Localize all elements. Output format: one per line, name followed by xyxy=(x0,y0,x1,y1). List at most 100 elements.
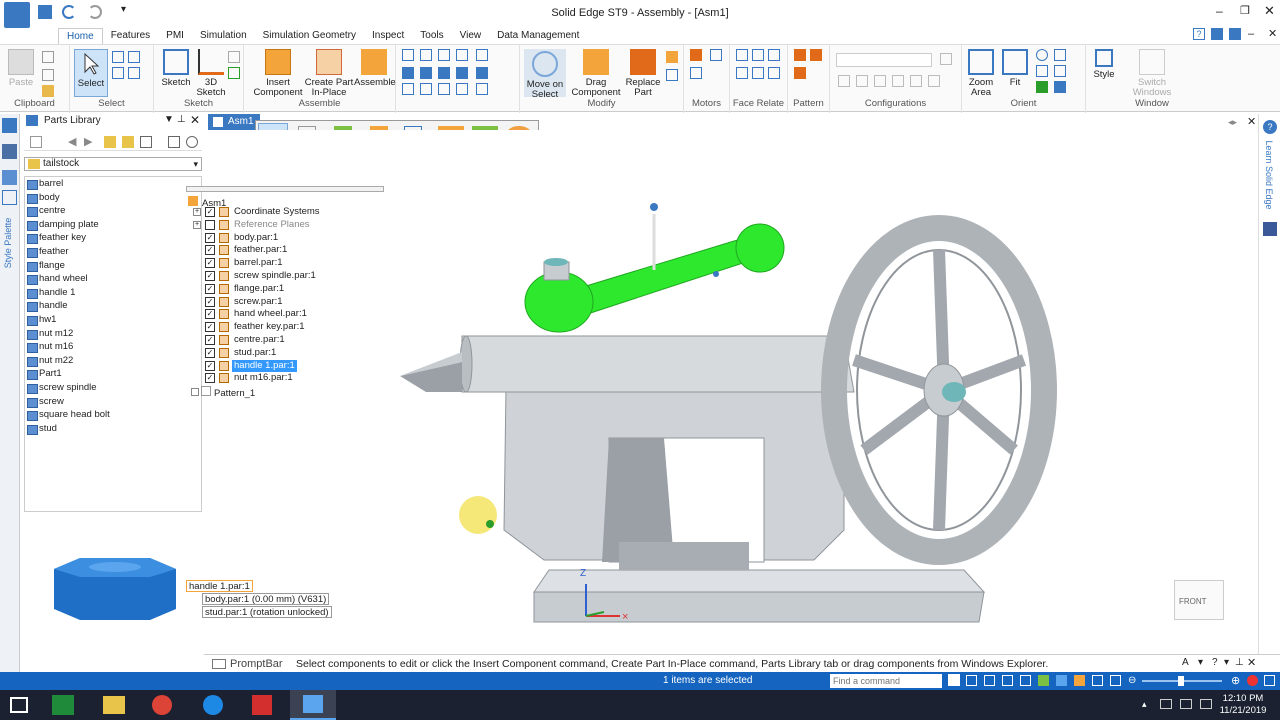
visibility-checkbox[interactable]: ✓ xyxy=(205,309,215,320)
zoom-slider-thumb[interactable] xyxy=(1178,676,1184,686)
config-tool-icon-1[interactable] xyxy=(838,75,850,87)
tab-pmi[interactable]: PMI xyxy=(158,28,192,44)
cam-icon[interactable] xyxy=(438,67,450,79)
tree-node[interactable]: ✓ nut m16.par:1 xyxy=(186,372,386,384)
assemble-button[interactable]: Assemble xyxy=(354,49,396,88)
library-folder-select[interactable]: tailstock ▾ xyxy=(24,157,202,171)
relationship-row[interactable]: stud.par:1 (rotation unlocked) xyxy=(202,606,332,618)
select-box-icon[interactable] xyxy=(112,67,124,79)
style-palette-label[interactable]: Style Palette xyxy=(3,211,13,275)
record-icon[interactable] xyxy=(1247,675,1258,686)
up-folder-icon[interactable] xyxy=(104,136,116,148)
match-cs-icon[interactable] xyxy=(402,83,414,95)
list-item[interactable]: flange xyxy=(25,259,201,273)
rotate-icon[interactable] xyxy=(1036,65,1048,77)
visibility-checkbox[interactable]: ✓ xyxy=(205,245,215,256)
tree-node[interactable]: ✓ feather key.par:1 xyxy=(186,321,386,333)
visibility-checkbox[interactable]: ✓ xyxy=(205,232,215,243)
close-icon[interactable]: ✕ xyxy=(1264,3,1275,19)
parts-library-tab-icon[interactable] xyxy=(2,118,17,133)
forward-icon[interactable]: ▶ xyxy=(84,135,92,148)
style-status-icon[interactable] xyxy=(1056,675,1067,686)
font-size-icon[interactable]: A xyxy=(1182,657,1189,668)
pathfinder-tab-icon[interactable] xyxy=(2,144,17,159)
sketch-tool-icon[interactable] xyxy=(228,51,240,63)
help-prompt-icon[interactable]: ? xyxy=(1212,657,1218,668)
zoom-icon[interactable] xyxy=(1036,49,1048,61)
tree-splitter[interactable] xyxy=(186,186,384,192)
tab-simulation[interactable]: Simulation xyxy=(192,28,255,44)
style-button[interactable]: Style xyxy=(1090,49,1118,80)
sketch-view-icon[interactable] xyxy=(1036,81,1048,93)
list-item[interactable]: centre xyxy=(25,204,201,218)
switch-windows-button[interactable]: Switch Windows xyxy=(1126,49,1178,98)
tree-node[interactable]: Reference Planes + xyxy=(186,219,386,231)
visibility-checkbox[interactable]: ✓ xyxy=(205,347,215,358)
list-item[interactable]: nut m22 xyxy=(25,354,201,368)
style-palette-icon[interactable] xyxy=(2,190,17,205)
list-item[interactable]: hand wheel xyxy=(25,272,201,286)
expand-icon[interactable]: + xyxy=(193,220,201,229)
face-relate-icon-1[interactable] xyxy=(736,49,748,61)
volume-icon[interactable] xyxy=(1180,699,1192,709)
internet-explorer-icon[interactable] xyxy=(203,695,223,715)
tree-node[interactable]: ✓ feather.par:1 xyxy=(186,244,386,256)
face-relate-icon-4[interactable] xyxy=(736,67,748,79)
layout-icon[interactable] xyxy=(1229,28,1241,40)
tree-node[interactable]: ✓ screw spindle.par:1 xyxy=(186,270,386,282)
clock[interactable]: 12:10 PM 11/21/2019 xyxy=(1218,693,1268,717)
sketch-relate-icon[interactable] xyxy=(228,67,240,79)
tab-scroll-icon[interactable]: ◂▸ xyxy=(1228,117,1237,128)
tree-node[interactable]: ✓ handle 1.par:1 xyxy=(186,359,386,372)
list-item[interactable]: feather key xyxy=(25,231,201,245)
store-app-icon[interactable] xyxy=(52,695,74,715)
display-status-icon[interactable] xyxy=(1092,675,1103,686)
more-icon[interactable]: ▾ xyxy=(1224,657,1229,668)
fit-status-icon[interactable] xyxy=(966,675,977,686)
visibility-checkbox[interactable]: ✓ xyxy=(205,373,215,384)
sketch-status-icon[interactable] xyxy=(1110,675,1121,686)
doc-close-icon[interactable]: ✕ xyxy=(1268,27,1277,40)
facebook-icon[interactable] xyxy=(1263,222,1277,236)
modify-options-icon[interactable] xyxy=(666,69,678,81)
tab-tools[interactable]: Tools xyxy=(412,28,451,44)
tree-node[interactable]: ✓ screw.par:1 xyxy=(186,296,386,308)
list-item[interactable]: nut m16 xyxy=(25,340,201,354)
dropdown-icon[interactable]: ▾ xyxy=(1198,657,1203,668)
center-plane-icon[interactable] xyxy=(420,83,432,95)
select-filter-icon[interactable] xyxy=(128,51,140,63)
sketch3d-button[interactable]: 3D Sketch xyxy=(196,49,226,98)
visibility-checkbox[interactable]: ✓ xyxy=(205,296,215,307)
duplicate-icon[interactable] xyxy=(794,67,806,79)
panel-menu-icon[interactable]: ▼ xyxy=(164,114,174,125)
list-item[interactable]: handle xyxy=(25,299,201,313)
visibility-checkbox[interactable]: ✓ xyxy=(205,360,215,371)
layers-tab-icon[interactable] xyxy=(2,170,17,185)
ribbon-minimize-icon[interactable]: – xyxy=(1248,28,1254,40)
select-tool-icon[interactable] xyxy=(112,51,124,63)
view-mode-icon[interactable] xyxy=(140,136,152,148)
ground-icon[interactable] xyxy=(456,83,468,95)
list-item[interactable]: screw xyxy=(25,395,201,409)
replace-part-button[interactable]: Replace Part xyxy=(624,49,662,98)
chrome-icon[interactable] xyxy=(152,695,172,715)
config-icon[interactable] xyxy=(940,53,952,65)
angle-icon[interactable] xyxy=(402,67,414,79)
tab-features[interactable]: Features xyxy=(103,28,158,44)
sketch-button[interactable]: Sketch xyxy=(158,49,194,88)
tree-node[interactable]: ✓ hand wheel.par:1 xyxy=(186,308,386,320)
view-cube[interactable]: FRONT xyxy=(1174,580,1224,620)
fit-button[interactable]: Fit xyxy=(1000,49,1030,88)
battery-icon[interactable] xyxy=(1200,699,1212,709)
connect-icon[interactable] xyxy=(476,49,488,61)
shading-status-icon[interactable] xyxy=(1074,675,1085,686)
rigid-set-icon[interactable] xyxy=(438,83,450,95)
face-relate-icon-6[interactable] xyxy=(768,67,780,79)
tangent-icon[interactable] xyxy=(420,67,432,79)
library-home-icon[interactable] xyxy=(30,136,42,148)
simulate-motor-icon[interactable] xyxy=(710,49,722,61)
tree-node[interactable]: ✓ flange.par:1 xyxy=(186,283,386,295)
tree-node[interactable]: ✓ Coordinate Systems + xyxy=(186,206,386,218)
pan-status-icon[interactable] xyxy=(1002,675,1013,686)
paste-button[interactable]: Paste xyxy=(6,49,36,88)
